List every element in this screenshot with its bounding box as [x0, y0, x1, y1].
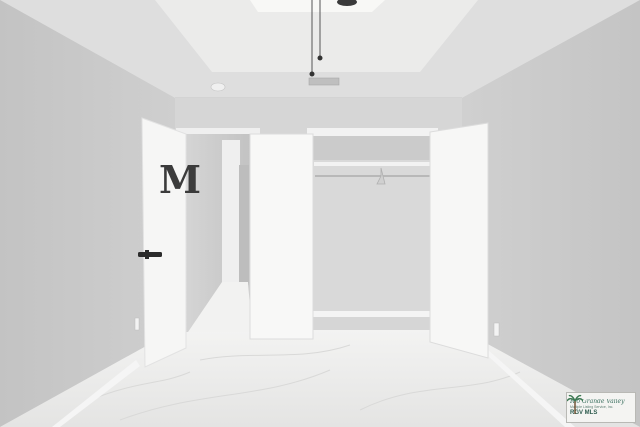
closet-door-left — [249, 133, 314, 340]
bedroom-door — [141, 117, 187, 368]
hallway-trim — [176, 128, 260, 134]
closet-baseboard — [312, 311, 432, 317]
palm-tree-icon — [567, 394, 583, 414]
hallway-far-wall — [222, 140, 240, 282]
bedroom-photo: M Rio Grande Valley Multiple Listing Ser… — [0, 0, 640, 427]
pendant-light-icon-2 — [317, 55, 323, 61]
door-letter: M — [159, 157, 201, 202]
mls-watermark: Rio Grande Valley Multiple Listing Servi… — [566, 392, 636, 423]
outlet-left-icon — [134, 317, 140, 331]
door-handle-icon — [138, 252, 162, 257]
door-lock-icon — [145, 250, 149, 259]
smoke-detector-icon — [210, 82, 226, 92]
closet-door-right — [429, 122, 489, 359]
pendant-light-icon — [309, 71, 315, 77]
closet-frame-top — [307, 128, 438, 136]
room-illustration: M — [0, 0, 640, 427]
skylight — [250, 0, 385, 12]
closet-shelf — [314, 162, 430, 166]
closet-top-shade — [312, 136, 432, 160]
hallway-door-frame — [239, 165, 249, 285]
outlet-right-icon — [493, 322, 500, 337]
air-vent-icon — [308, 77, 340, 86]
